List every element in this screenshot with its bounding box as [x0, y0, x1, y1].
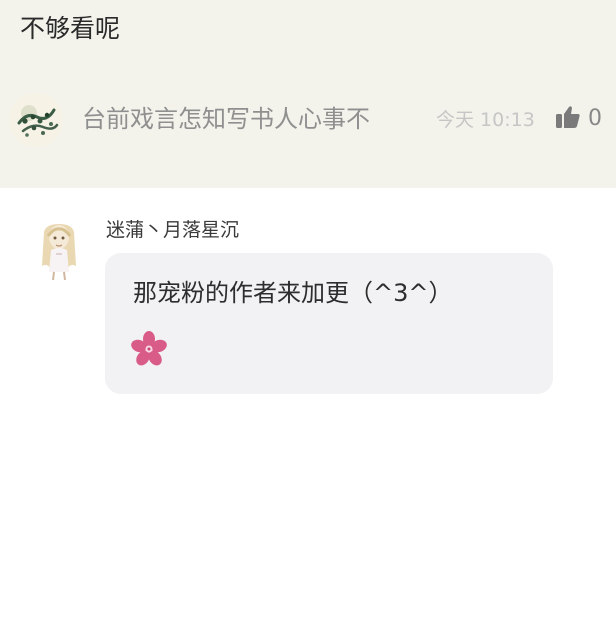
reply-author-name[interactable]: 迷蒲丶月落星沉	[106, 215, 239, 245]
post-title: 不够看呢	[20, 14, 121, 43]
comment-text: 台前戏言怎知写书人心事不	[82, 105, 370, 133]
reply-text: 那宠粉的作者来加更（^3^）	[133, 279, 453, 307]
like-count: 0	[588, 106, 602, 131]
comment-time: 今天 10:13	[436, 109, 535, 131]
reply-bubble: 那宠粉的作者来加更（^3^）	[105, 253, 553, 394]
parent-comment-panel: 不够看呢 台前戏言怎知写书人心事不 今天 10:13 0	[0, 0, 616, 188]
flower-icon	[131, 331, 167, 367]
anime-girl-avatar-icon[interactable]	[36, 220, 82, 282]
thumbs-up-icon[interactable]	[555, 104, 581, 130]
leaf-avatar-icon[interactable]	[9, 93, 63, 147]
